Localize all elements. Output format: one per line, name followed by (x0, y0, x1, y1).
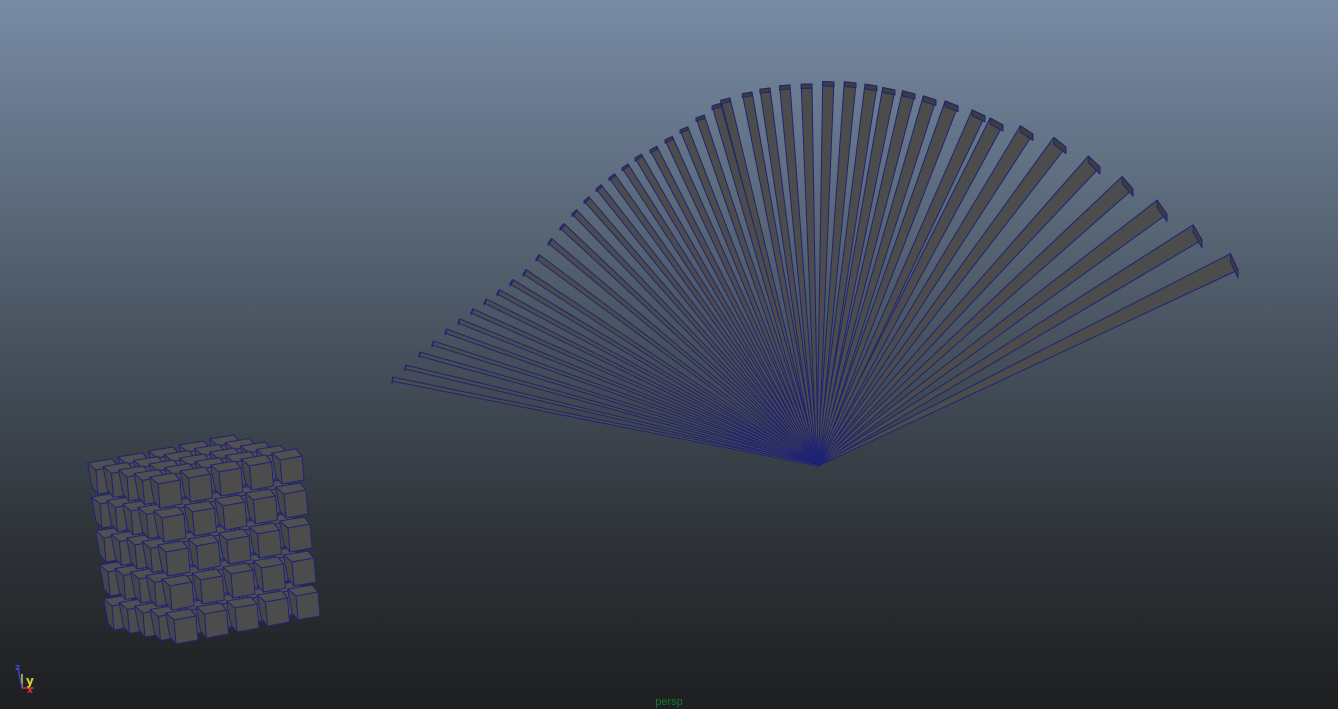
plank-end (779, 84, 791, 91)
cube-front (257, 529, 282, 559)
camera-name-label: persp (655, 696, 683, 708)
cube-front (157, 479, 183, 509)
axis-y-label: y (26, 674, 34, 688)
cube-grid-array[interactable] (87, 434, 321, 645)
cube-front (161, 513, 187, 543)
cube-front (218, 467, 244, 497)
cube-front (287, 523, 313, 553)
cube-front (295, 591, 321, 621)
plank-end (843, 81, 857, 89)
cube-front (188, 473, 213, 503)
cube-front (169, 581, 195, 611)
cube-front (173, 615, 199, 645)
plank-end (457, 318, 461, 326)
plank-end (444, 328, 447, 336)
plank-end (800, 83, 813, 89)
cube-front (291, 557, 317, 587)
cube-front (253, 495, 278, 525)
cube-front (200, 575, 225, 605)
perspective-viewport[interactable]: x y z (0, 0, 1338, 709)
cube-front (222, 501, 248, 531)
plank-end (759, 87, 771, 94)
cube-front (265, 597, 290, 627)
plank-face (444, 328, 819, 467)
cube-front (283, 489, 309, 519)
plank-end (404, 364, 407, 372)
axis-z-label: z (15, 663, 20, 673)
cube-front (230, 569, 256, 599)
cube-front (192, 507, 217, 537)
cube-front (249, 461, 274, 491)
cube-front (234, 603, 260, 633)
cube-front (226, 535, 252, 565)
plank-end (391, 376, 394, 384)
cube-front (279, 455, 305, 485)
plank-end (418, 351, 421, 359)
twisted-plank-array[interactable] (391, 81, 1239, 467)
cube-front (165, 547, 191, 577)
cube-front (204, 609, 229, 639)
axis-gizmo-icon: x y z (15, 663, 34, 696)
plank-end (431, 340, 434, 348)
plank-end (822, 81, 835, 87)
cube-front (261, 563, 286, 593)
cube-front (196, 541, 221, 571)
